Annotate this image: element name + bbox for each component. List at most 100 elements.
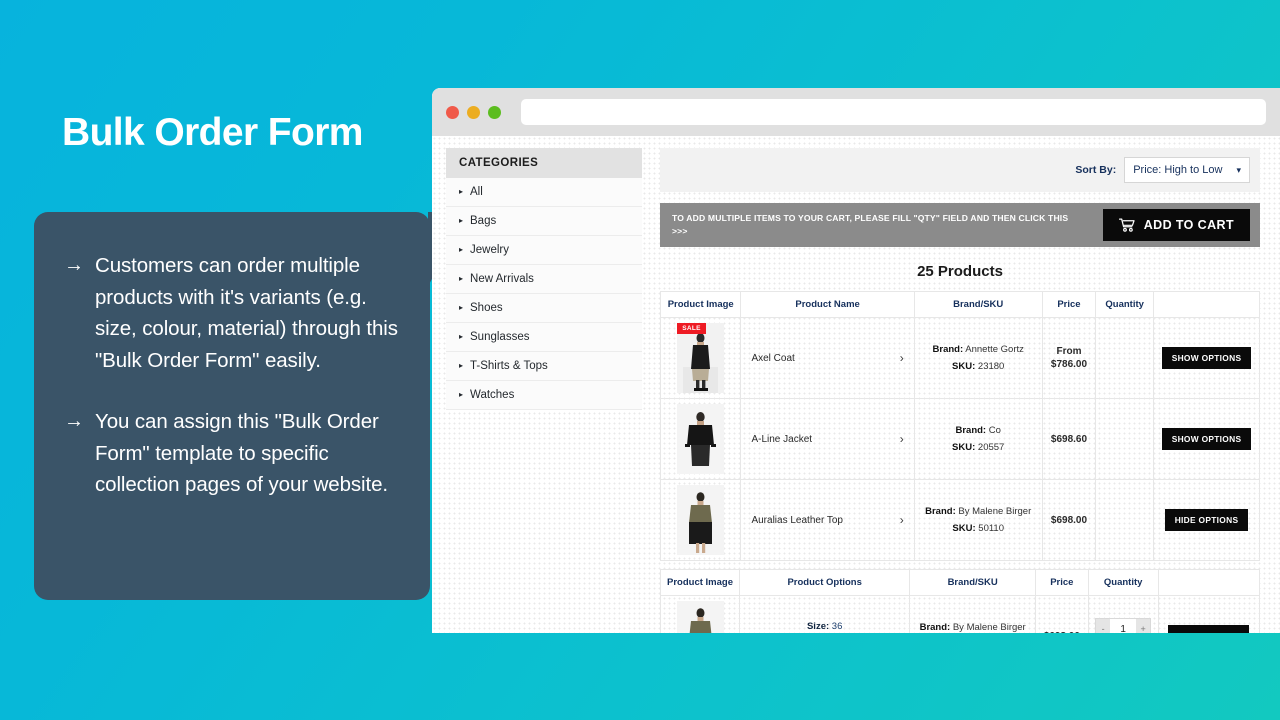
brand-line: Brand: By Malene Birger (921, 503, 1036, 520)
table-header-row: Product Image Product Options Brand/SKU … (659, 569, 1261, 596)
sidebar-item-label: Bags (470, 215, 497, 227)
size-value: 36 (831, 621, 843, 632)
sort-by-select[interactable]: Price: High to Low ▾ (1124, 157, 1250, 183)
quantity-stepper[interactable]: - 1 + (1095, 618, 1152, 633)
col-header-product-options: Product Options (739, 569, 911, 596)
sidebar-item-watches[interactable]: ▸ Watches (446, 381, 642, 410)
product-photo-jacket (677, 404, 725, 474)
page-title: Bulk Order Form (62, 111, 363, 154)
table-row: Size: 36 Color: Olive Brand: (659, 595, 1261, 634)
chevron-right-icon: ▸ (459, 361, 464, 370)
product-thumbnail[interactable] (677, 485, 725, 555)
product-image-cell: SALE (659, 317, 742, 399)
add-to-cart-bulk-button[interactable]: ADD TO CART (1102, 209, 1250, 241)
maximize-icon[interactable] (488, 105, 501, 119)
chevron-right-icon: ▸ (459, 274, 464, 283)
product-photo-leather-top (676, 601, 724, 633)
categories-sidebar: CATEGORIES ▸ All ▸ Bags ▸ Jewelry ▸ New … (446, 148, 642, 633)
price-cell: $698.60 (1041, 398, 1097, 480)
price-cell: $698.00 (1034, 595, 1089, 634)
col-header-brand-sku: Brand/SKU (909, 569, 1036, 596)
bulk-add-banner: TO ADD MULTIPLE ITEMS TO YOUR CART, PLEA… (660, 203, 1260, 247)
arrow-right-icon: → (64, 410, 84, 432)
page-content: CATEGORIES ▸ All ▸ Bags ▸ Jewelry ▸ New … (432, 136, 1280, 633)
action-cell: HIDE OPTIONS (1153, 479, 1260, 561)
product-photo-leather-top (677, 485, 725, 555)
sidebar-item-sunglasses[interactable]: ▸ Sunglasses (446, 323, 642, 352)
product-name: Axel Coat (751, 352, 795, 364)
feature-bullet: → Customers can order multiple products … (64, 250, 400, 376)
quantity-increment-button[interactable]: + (1136, 619, 1151, 633)
brand-value: By Malene Birger (952, 622, 1026, 633)
hide-options-button[interactable]: HIDE OPTIONS (1164, 509, 1249, 531)
chevron-right-icon: ▸ (459, 332, 464, 341)
chevron-right-icon: › (899, 432, 904, 446)
product-thumbnail[interactable]: SALE (677, 323, 725, 393)
chevron-right-icon: ▸ (459, 216, 464, 225)
sidebar-item-tshirts-tops[interactable]: ▸ T-Shirts & Tops (446, 352, 642, 381)
variant-thumbnail[interactable] (676, 601, 724, 633)
col-header-actions (1157, 569, 1261, 596)
feature-bullet: → You can assign this "Bulk Order Form" … (64, 406, 400, 501)
sku-line: SKU: 50110 (921, 520, 1036, 537)
variant-options-table: Product Image Product Options Brand/SKU … (659, 569, 1261, 634)
sidebar-item-new-arrivals[interactable]: ▸ New Arrivals (446, 265, 642, 294)
product-name-cell[interactable]: Axel Coat › (740, 317, 915, 399)
brand-value: Annette Gortz (965, 344, 1024, 355)
brand-line: Brand: Annette Gortz (921, 341, 1036, 358)
quantity-decrement-button[interactable]: - (1096, 619, 1111, 633)
main-column: Sort By: Price: High to Low ▾ TO ADD MUL… (659, 148, 1261, 634)
price-cell: $698.00 (1041, 479, 1097, 561)
action-cell: ADD TO CART (1157, 595, 1261, 633)
add-to-cart-bulk-label: ADD TO CART (1143, 218, 1234, 232)
window-controls (446, 105, 501, 119)
brand-label: Brand: (925, 506, 956, 517)
brand-line: Brand: By Malene Birger (916, 619, 1029, 633)
sku-value: 23180 (977, 361, 1005, 372)
quantity-cell (1095, 479, 1155, 561)
col-header-brand-sku: Brand/SKU (913, 291, 1043, 318)
product-options-cell: Size: 36 Color: Olive (739, 595, 911, 633)
col-header-actions (1153, 291, 1260, 318)
product-name: A-Line Jacket (751, 433, 813, 445)
option-size: Size: 36 (746, 618, 903, 633)
sidebar-item-jewelry[interactable]: ▸ Jewelry (446, 236, 642, 265)
add-to-cart-row-button[interactable]: ADD TO CART (1168, 625, 1250, 633)
sidebar-item-label: Watches (470, 389, 515, 401)
sidebar-item-all[interactable]: ▸ All (446, 178, 642, 207)
show-options-button[interactable]: SHOW OPTIONS (1161, 347, 1252, 369)
chevron-right-icon: ▸ (459, 390, 464, 399)
sku-line: SKU: 20557 (921, 439, 1036, 456)
quantity-input[interactable]: 1 (1110, 619, 1137, 633)
show-options-button[interactable]: SHOW OPTIONS (1161, 428, 1252, 450)
brand-sku-cell: Brand: Co SKU: 20557 (913, 398, 1043, 480)
product-thumbnail[interactable] (677, 404, 725, 474)
address-bar-input[interactable] (521, 99, 1266, 125)
minimize-icon[interactable] (467, 105, 480, 119)
sale-badge: SALE (677, 323, 706, 334)
brand-sku-cell: Brand: Annette Gortz SKU: 23180 (913, 317, 1043, 399)
close-icon[interactable] (446, 105, 459, 119)
sort-bar: Sort By: Price: High to Low ▾ (660, 148, 1260, 192)
col-header-quantity: Quantity (1095, 291, 1155, 318)
price-value: $698.00 (1050, 514, 1088, 526)
browser-window: CATEGORIES ▸ All ▸ Bags ▸ Jewelry ▸ New … (432, 88, 1280, 633)
quantity-cell (1095, 398, 1155, 480)
sidebar-item-label: Jewelry (470, 244, 509, 256)
brand-sku-cell: Brand: By Malene Birger SKU: 50110 (913, 479, 1043, 561)
sidebar-item-label: T-Shirts & Tops (470, 360, 548, 372)
sidebar-item-bags[interactable]: ▸ Bags (446, 207, 642, 236)
sidebar-item-shoes[interactable]: ▸ Shoes (446, 294, 642, 323)
quantity-cell (1095, 317, 1155, 399)
product-name-cell[interactable]: Auralias Leather Top › (740, 479, 915, 561)
sidebar-item-label: All (470, 186, 483, 198)
product-name-cell[interactable]: A-Line Jacket › (740, 398, 915, 480)
price-value: $698.00 (1042, 630, 1082, 634)
browser-chrome (432, 88, 1280, 136)
chevron-right-icon: ▸ (459, 245, 464, 254)
quantity-cell: - 1 + In Stock: 1 (1087, 595, 1159, 633)
brand-line: Brand: Co (921, 422, 1036, 439)
brand-label: Brand: (932, 344, 964, 355)
table-header-row: Product Image Product Name Brand/SKU Pri… (659, 291, 1260, 318)
bulk-add-instructions: TO ADD MULTIPLE ITEMS TO YOUR CART, PLEA… (672, 213, 1069, 236)
